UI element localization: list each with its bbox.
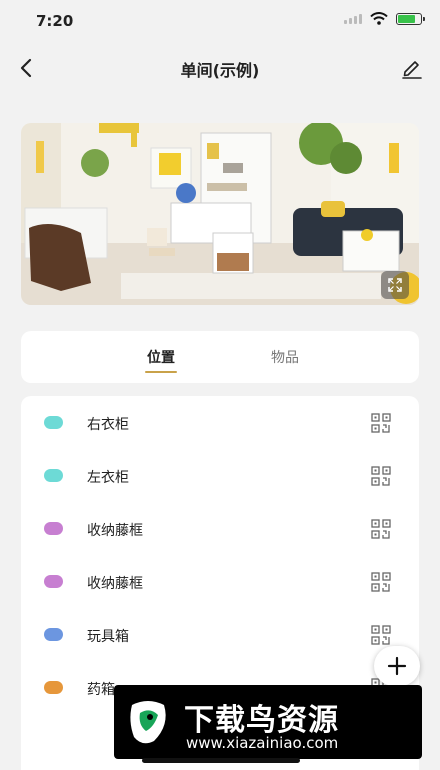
color-dot [44, 628, 63, 641]
watermark-url: www.xiazainiao.com [186, 734, 339, 752]
list-item[interactable]: 收纳藤框 [21, 502, 419, 555]
list-item[interactable]: 收纳藤框 [21, 555, 419, 608]
list-item[interactable]: 右衣柜 [21, 396, 419, 449]
color-dot [44, 575, 63, 588]
list-item[interactable]: 玩具箱 [21, 608, 419, 661]
tab-location-label: 位置 [147, 350, 175, 366]
expand-button[interactable] [381, 271, 409, 299]
location-name: 右衣柜 [87, 417, 129, 433]
location-name: 收纳藤框 [87, 576, 143, 592]
tab-items[interactable]: 物品 [265, 347, 305, 367]
location-name: 左衣柜 [87, 470, 129, 486]
segment-tabs: 位置 物品 [21, 331, 419, 383]
status-time: 7:20 [36, 12, 74, 30]
list-item[interactable]: 左衣柜 [21, 449, 419, 502]
color-dot [44, 522, 63, 535]
watermark-banner: 下载鸟资源 www.xiazainiao.com [114, 685, 422, 759]
qr-code-icon[interactable] [371, 572, 391, 592]
page-title: 单间(示例) [180, 61, 260, 80]
color-dot [44, 416, 63, 429]
room-photo[interactable] [21, 123, 419, 305]
bird-logo-icon [130, 701, 166, 744]
tab-location[interactable]: 位置 [141, 347, 181, 373]
active-tab-indicator [145, 371, 177, 373]
nav-header: 单间(示例) [0, 44, 440, 92]
expand-icon [388, 278, 402, 292]
qr-code-icon[interactable] [371, 466, 391, 486]
battery-charging-icon [396, 12, 425, 25]
cellular-signal-icon [344, 13, 362, 24]
add-location-button[interactable] [374, 646, 420, 686]
status-icons [344, 12, 425, 25]
wifi-icon [370, 12, 388, 25]
edit-pencil-icon [402, 61, 422, 79]
color-dot [44, 681, 63, 694]
location-name: 收纳藤框 [87, 523, 143, 539]
qr-code-icon[interactable] [371, 519, 391, 539]
watermark-brand: 下载鸟资源 [184, 703, 339, 738]
home-indicator [142, 758, 300, 763]
plus-icon [387, 656, 407, 676]
edit-button[interactable] [398, 54, 426, 82]
qr-code-icon[interactable] [371, 413, 391, 433]
qr-code-icon[interactable] [371, 625, 391, 645]
room-illustration [21, 123, 419, 305]
color-dot [44, 469, 63, 482]
location-name: 玩具箱 [87, 629, 129, 645]
location-name: 药箱 [87, 682, 115, 698]
tab-items-label: 物品 [271, 350, 299, 366]
status-bar: 7:20 [0, 0, 440, 44]
